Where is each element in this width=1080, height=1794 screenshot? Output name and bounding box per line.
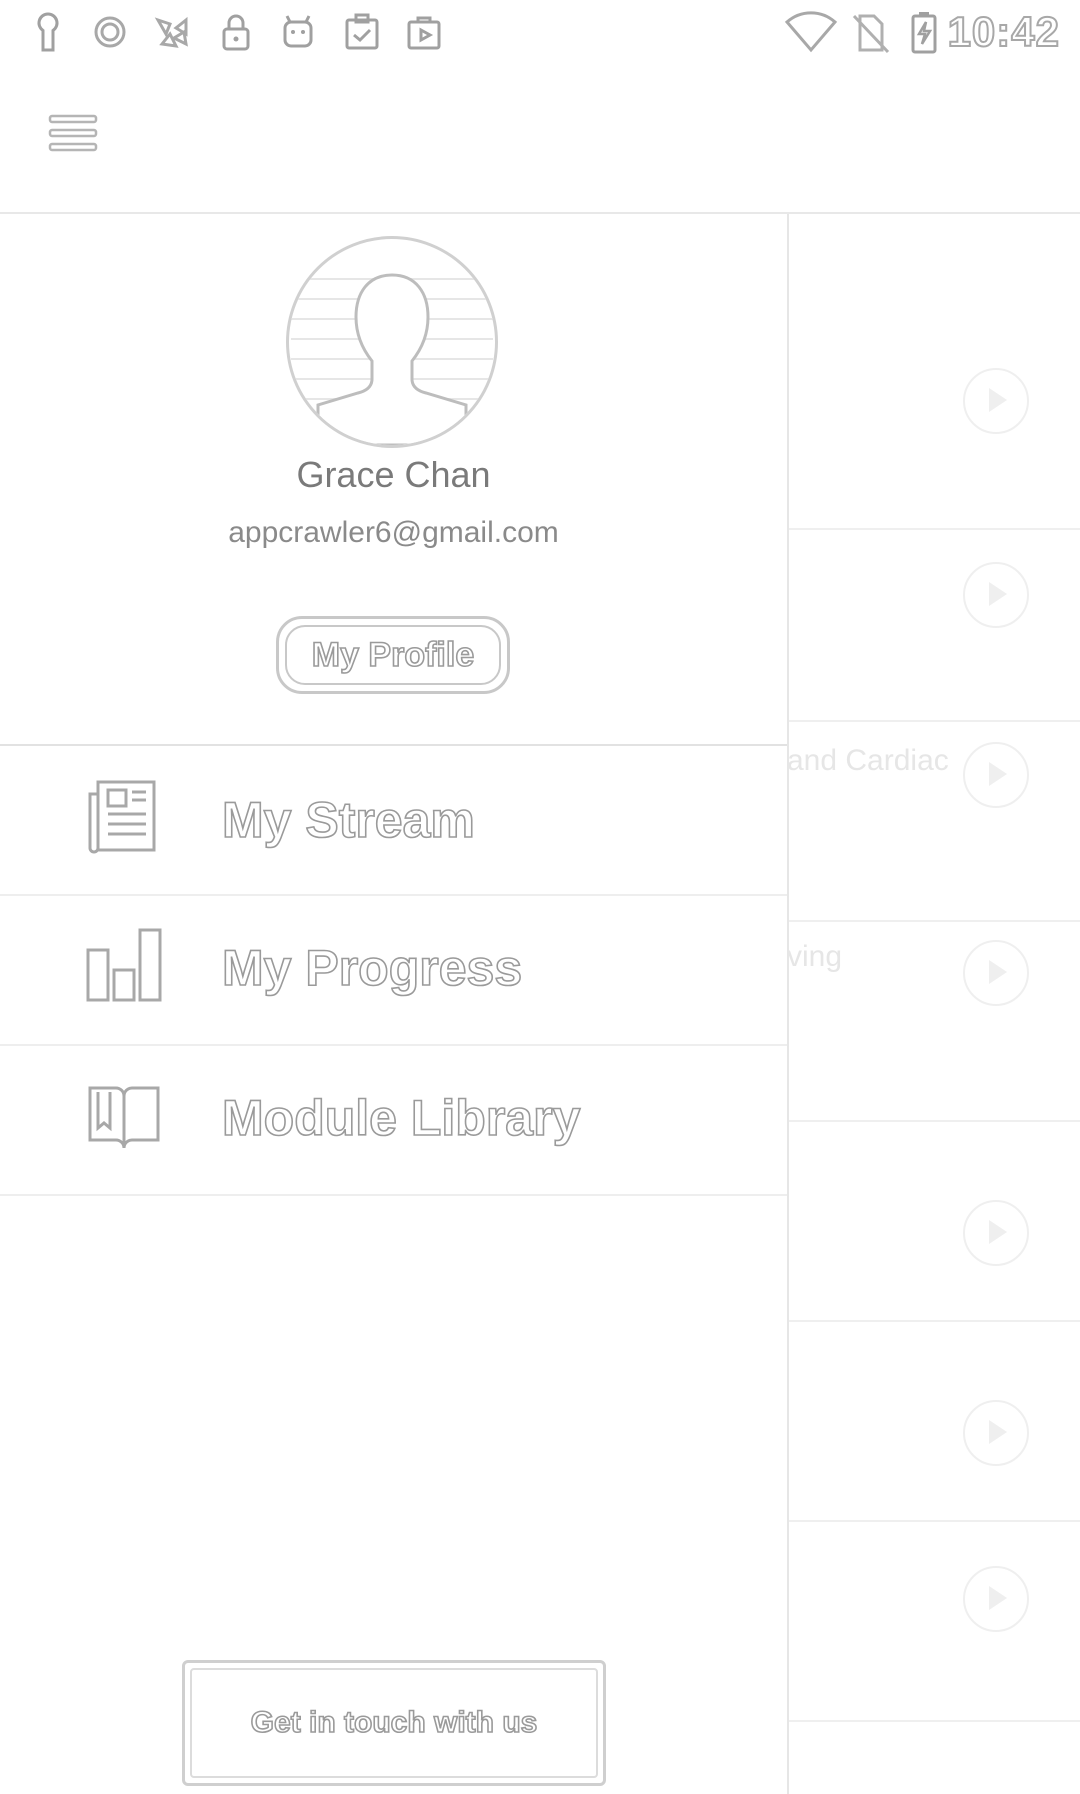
play-icon [963,1566,1029,1632]
pinwheel-icon [154,16,188,48]
nav-label: My Progress [221,939,523,997]
keyhole-icon [37,12,59,52]
person-silhouette-icon [291,273,493,445]
navigation-drawer: Grace Chan appcrawler6@gmail.com My Prof… [0,214,789,1794]
open-book-icon [88,1086,160,1149]
list-item[interactable] [787,1520,1080,1722]
bar-chart-icon [86,928,162,1002]
play-icon [963,742,1029,808]
play-icon [963,940,1029,1006]
background-content: and Cardiac ving [787,214,1080,1794]
nav-label: Module Library [221,1089,581,1147]
list-item[interactable]: and Cardiac [787,720,1080,922]
play-icon [963,1200,1029,1266]
background-text: and Cardiac [787,744,949,777]
profile-header: Grace Chan appcrawler6@gmail.com My Prof… [0,214,787,746]
get-in-touch-button[interactable]: Get in touch with us [182,1660,606,1786]
user-name: Grace Chan [296,454,491,495]
user-email: appcrawler6@gmail.com [228,516,559,549]
no-sim-icon [852,14,890,54]
play-icon [963,368,1029,434]
newspaper-icon [88,780,156,854]
my-profile-label: My Profile [311,635,475,675]
clipboard-check-icon [345,13,379,50]
list-item[interactable]: ving [787,920,1080,1122]
app-bar [0,64,1080,214]
nav-item-module-library[interactable]: Module Library [0,1046,787,1196]
wifi-icon [784,11,838,53]
circle-icon [94,16,126,48]
hamburger-menu-icon[interactable] [44,106,104,166]
avatar[interactable] [286,236,498,448]
play-icon [963,562,1029,628]
nav-item-my-stream[interactable]: My Stream [0,746,787,896]
nav-label: My Stream [221,791,475,849]
background-text: ving [787,940,843,973]
get-in-touch-label: Get in touch with us [250,1705,538,1740]
nav-item-my-progress[interactable]: My Progress [0,896,787,1046]
list-item[interactable] [787,1120,1080,1322]
list-item[interactable] [787,1320,1080,1522]
my-profile-button[interactable]: My Profile [276,616,510,694]
battery-charging-icon [911,12,937,54]
play-store-icon [407,16,441,50]
list-item[interactable] [787,528,1080,722]
status-time: 10:42 [947,7,1060,56]
status-bar: 10:42 [0,0,1080,64]
lock-icon [222,14,250,51]
android-icon [283,15,313,48]
play-icon [963,1400,1029,1466]
list-item[interactable] [787,214,1080,530]
